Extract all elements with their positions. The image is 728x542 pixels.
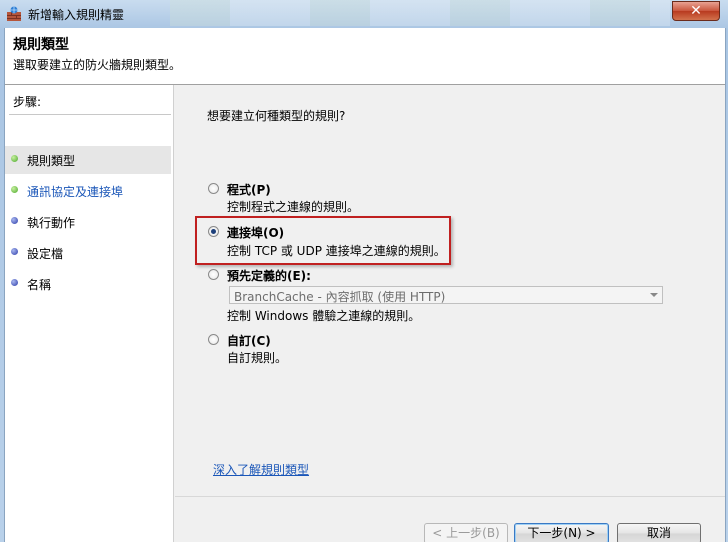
next-button[interactable]: 下一步(N) > — [514, 523, 609, 542]
radio-port[interactable] — [208, 226, 219, 237]
steps-divider — [9, 114, 171, 115]
cancel-button[interactable]: 取消 — [617, 523, 701, 542]
radio-predefined[interactable] — [208, 269, 219, 280]
step-label: 通訊協定及連接埠 — [27, 185, 124, 199]
background-window-blur — [170, 0, 670, 26]
option-port-desc: 控制 TCP 或 UDP 連接埠之連線的規則。 — [227, 244, 446, 258]
steps-panel: 步驟: 規則類型 通訊協定及連接埠 執行動作 設定檔 名稱 — [5, 85, 174, 542]
page-title: 規則類型 — [13, 37, 69, 53]
step-complete-bullet-icon — [11, 186, 18, 193]
page-subtitle: 選取要建立的防火牆規則類型。 — [13, 58, 182, 72]
step-complete-bullet-icon — [11, 155, 18, 162]
option-predefined-desc: 控制 Windows 體驗之連線的規則。 — [227, 309, 421, 323]
wizard-window: 新增輸入規則精靈 ✕ 規則類型 選取要建立的防火牆規則類型。 步驟: 規則類型 … — [0, 0, 728, 542]
wizard-header: 規則類型 選取要建立的防火牆規則類型。 — [5, 28, 725, 85]
option-custom-label[interactable]: 自訂(C) — [227, 332, 271, 349]
step-label: 規則類型 — [27, 154, 76, 168]
step-label: 執行動作 — [27, 216, 76, 230]
step-pending-bullet-icon — [11, 217, 18, 224]
option-port-label[interactable]: 連接埠(O) — [227, 224, 284, 241]
option-program-desc: 控制程式之連線的規則。 — [227, 200, 360, 214]
option-program-label[interactable]: 程式(P) — [227, 181, 271, 198]
step-pending-bullet-icon — [11, 248, 18, 255]
wizard-client-area: 規則類型 選取要建立的防火牆規則類型。 步驟: 規則類型 通訊協定及連接埠 執行… — [4, 28, 726, 542]
steps-heading: 步驟: — [13, 95, 42, 109]
step-protocol-port[interactable]: 通訊協定及連接埠 — [5, 177, 171, 205]
close-icon: ✕ — [690, 3, 702, 19]
title-bar: 新增輸入規則精靈 ✕ — [0, 0, 728, 28]
step-name: 名稱 — [5, 270, 171, 298]
radio-program[interactable] — [208, 183, 219, 194]
step-action: 執行動作 — [5, 208, 171, 236]
close-button[interactable]: ✕ — [672, 1, 720, 21]
button-separator — [175, 496, 725, 497]
step-rule-type[interactable]: 規則類型 — [5, 146, 171, 174]
option-predefined-label[interactable]: 預先定義的(E): — [227, 267, 311, 284]
predefined-rule-select[interactable]: BranchCache - 內容抓取 (使用 HTTP) — [229, 286, 663, 304]
rule-type-panel: 想要建立何種類型的規則? 程式(P) 控制程式之連線的規則。 連接埠(O) 控制… — [175, 85, 725, 542]
window-title: 新增輸入規則精靈 — [28, 8, 125, 22]
step-profile: 設定檔 — [5, 239, 171, 267]
step-pending-bullet-icon — [11, 279, 18, 286]
firewall-icon — [6, 6, 22, 22]
rule-type-question: 想要建立何種類型的規則? — [207, 109, 346, 123]
learn-more-link[interactable]: 深入了解規則類型 — [213, 461, 309, 478]
back-button[interactable]: < 上一步(B) — [424, 523, 508, 542]
option-custom-desc: 自訂規則。 — [227, 351, 288, 365]
radio-custom[interactable] — [208, 334, 219, 345]
predefined-select-value: BranchCache - 內容抓取 (使用 HTTP) — [234, 290, 446, 304]
step-label: 名稱 — [27, 278, 52, 292]
step-label: 設定檔 — [27, 247, 64, 261]
chevron-down-icon — [650, 293, 658, 297]
